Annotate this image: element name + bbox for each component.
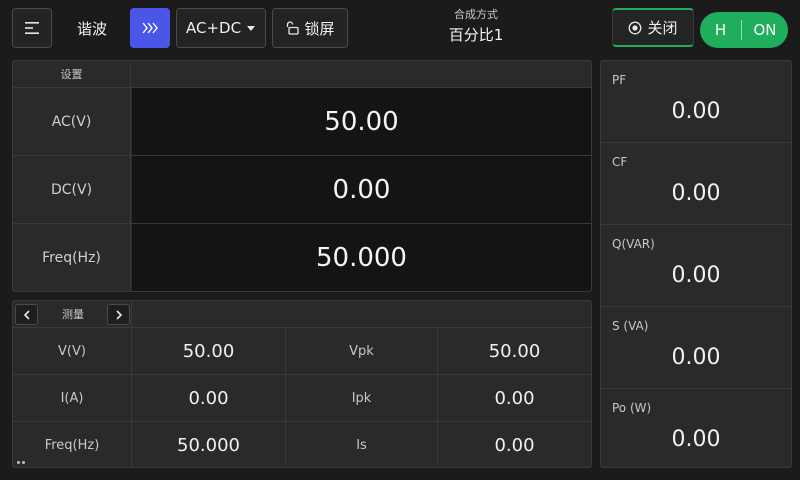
- reading-label: CF: [612, 155, 628, 169]
- settings-row-freq: Freq(Hz) 50.000: [13, 224, 591, 291]
- reading-value: 0.00: [671, 99, 721, 124]
- next-page-button[interactable]: [130, 8, 170, 48]
- caret-down-icon: [247, 26, 255, 31]
- settings-row-dc: DC(V) 0.00: [13, 156, 591, 224]
- measure-value: 0.00: [494, 387, 535, 409]
- reading-po: Po (W) 0.00: [601, 389, 791, 467]
- triple-chevron-right-icon: [142, 22, 158, 34]
- synthesis-mode-label: 合成方式: [454, 8, 498, 21]
- reading-q: Q(VAR) 0.00: [601, 225, 791, 307]
- reading-value: 0.00: [671, 427, 721, 452]
- output-on-toggle[interactable]: H ON: [700, 12, 788, 48]
- reading-value: 0.00: [671, 345, 721, 370]
- reading-s: S (VA) 0.00: [601, 307, 791, 389]
- measure-label: Freq(Hz): [44, 437, 100, 453]
- measure-value: 50.00: [488, 340, 541, 362]
- power-readings-panel: PF 0.00 CF 0.00 Q(VAR) 0.00 S (VA) 0.00 …: [600, 60, 792, 468]
- measure-label: Vpk: [349, 343, 374, 359]
- close-output-label: 关闭: [647, 19, 678, 37]
- measure-value: 0.00: [494, 434, 535, 456]
- menu-button[interactable]: [12, 8, 52, 48]
- reading-label: Po (W): [612, 401, 652, 415]
- lock-screen-label: 锁屏: [304, 19, 335, 38]
- measure-header: 测量: [13, 301, 591, 328]
- measure-panel: 测量 V(V) 50.00 Vpk 50.00 I(A) 0.00 Ipk 0.…: [12, 300, 592, 468]
- mode-select-value: AC+DC: [186, 19, 242, 37]
- reading-value: 0.00: [671, 181, 721, 206]
- frequency-input[interactable]: 50.000: [132, 224, 591, 291]
- settings-header: 设置: [13, 61, 591, 88]
- measure-value: 50.00: [182, 340, 235, 362]
- record-icon: [629, 21, 642, 34]
- close-output-button[interactable]: 关闭: [612, 8, 694, 47]
- reading-label: S (VA): [612, 319, 649, 333]
- page-title: 谐波: [76, 19, 107, 38]
- measure-row: Freq(Hz) 50.000 Is 0.00: [13, 422, 591, 467]
- reading-value: 0.00: [671, 263, 721, 288]
- settings-panel: 设置 AC(V) 50.00 DC(V) 0.00 Freq(Hz) 50.00…: [12, 60, 592, 292]
- unlock-icon: [287, 21, 300, 35]
- setting-label: Freq(Hz): [13, 224, 131, 291]
- synthesis-mode-value: 百分比1: [448, 26, 504, 44]
- mode-select[interactable]: AC+DC: [176, 8, 266, 48]
- chevron-left-icon: [23, 309, 30, 320]
- reading-pf: PF 0.00: [601, 61, 791, 143]
- setting-label: DC(V): [13, 156, 131, 223]
- page-indicator: [17, 461, 27, 464]
- measure-row: V(V) 50.00 Vpk 50.00: [13, 328, 591, 375]
- synthesis-mode: 合成方式 百分比1: [420, 8, 532, 45]
- measure-value: 0.00: [188, 387, 229, 409]
- output-state-label: ON: [753, 21, 777, 39]
- measure-label: V(V): [58, 343, 86, 359]
- output-range-label: H: [714, 21, 727, 39]
- measure-label: Is: [356, 437, 367, 453]
- setting-label: AC(V): [13, 88, 131, 155]
- measure-header-label: 测量: [62, 308, 84, 321]
- settings-row-ac: AC(V) 50.00: [13, 88, 591, 156]
- ac-voltage-input[interactable]: 50.00: [132, 88, 591, 155]
- lock-screen-button[interactable]: 锁屏: [272, 8, 348, 48]
- dc-voltage-input[interactable]: 0.00: [132, 156, 591, 223]
- divider: [131, 301, 132, 327]
- measure-label: I(A): [60, 390, 84, 406]
- measure-row: I(A) 0.00 Ipk 0.00: [13, 375, 591, 422]
- top-bar: 谐波 AC+DC 锁屏 合成方式 百分比1 关闭 H ON: [0, 0, 800, 56]
- menu-icon: [25, 22, 39, 34]
- measure-next-button[interactable]: [107, 304, 130, 325]
- settings-header-label: 设置: [13, 61, 131, 87]
- measure-value: 50.000: [177, 434, 240, 456]
- reading-cf: CF 0.00: [601, 143, 791, 225]
- measure-prev-button[interactable]: [15, 304, 38, 325]
- measure-label: Ipk: [351, 390, 372, 406]
- chevron-right-icon: [115, 309, 122, 320]
- reading-label: PF: [612, 73, 627, 87]
- reading-label: Q(VAR): [612, 237, 655, 251]
